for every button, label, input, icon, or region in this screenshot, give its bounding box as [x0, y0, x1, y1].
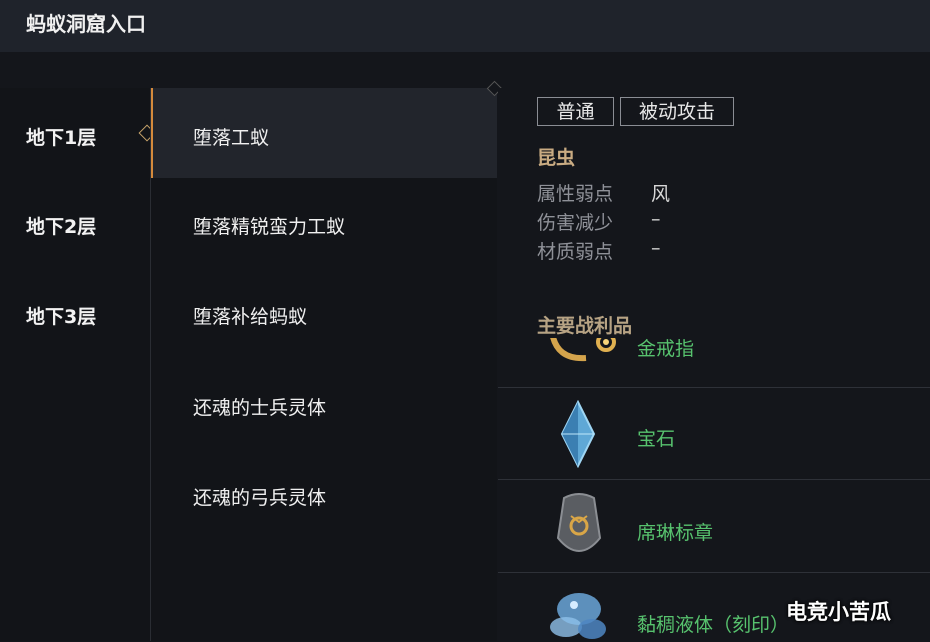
species-label: 昆虫	[537, 147, 576, 169]
watermark-text: 电竞小苦瓜	[786, 600, 891, 624]
blue-gem-icon	[560, 400, 596, 468]
loot-item-gold-ring[interactable]: 金戒指	[498, 338, 930, 388]
floor-list	[0, 88, 150, 641]
blue-liquid-icon	[550, 593, 606, 639]
floor-item-3[interactable]: 地下3层	[26, 302, 96, 329]
monster-item-4[interactable]: 还魂的士兵灵体	[193, 393, 326, 420]
loot-title: 主要战利品	[537, 315, 633, 337]
attribute-label-damage-reduction: 伤害减少	[537, 212, 614, 234]
loot-name-liquid: 黏稠液体（刻印）	[637, 614, 790, 636]
monster-item-1[interactable]: 堕落工蚁	[193, 123, 269, 150]
attribute-value-material-weakness: –	[651, 237, 661, 259]
emblem-stone-icon	[556, 493, 602, 552]
monster-item-5[interactable]: 还魂的弓兵灵体	[193, 483, 326, 510]
attribute-label-element-weakness: 属性弱点	[537, 183, 614, 205]
window-title: 蚂蚁洞窟入口	[26, 12, 146, 36]
loot-name-gem: 宝石	[637, 428, 676, 450]
loot-name-gold-ring: 金戒指	[637, 338, 695, 360]
selected-monster-accent	[151, 88, 153, 178]
attribute-value-element-weakness: 风	[651, 183, 671, 205]
loot-item-gem[interactable]: 宝石	[498, 387, 930, 479]
monster-item-2[interactable]: 堕落精锐蛮力工蚁	[193, 212, 345, 239]
monster-list: 堕落工蚁 堕落精锐蛮力工蚁 堕落补给蚂蚁 还魂的士兵灵体 还魂的弓兵灵体	[150, 88, 497, 641]
loot-item-emblem[interactable]: 席琳标章	[498, 479, 930, 572]
floor-item-2[interactable]: 地下2层	[26, 212, 96, 239]
loot-name-emblem: 席琳标章	[637, 522, 714, 544]
gold-ring-icon	[550, 338, 616, 362]
title-bar: 蚂蚁洞窟入口	[0, 0, 930, 52]
attribute-value-damage-reduction: –	[651, 208, 661, 230]
attribute-label-material-weakness: 材质弱点	[537, 241, 614, 263]
monster-item-3[interactable]: 堕落补给蚂蚁	[193, 302, 307, 329]
tag-passive-attack: 被动攻击	[620, 97, 734, 126]
floor-item-1[interactable]: 地下1层	[26, 123, 96, 150]
tag-normal: 普通	[537, 97, 614, 126]
